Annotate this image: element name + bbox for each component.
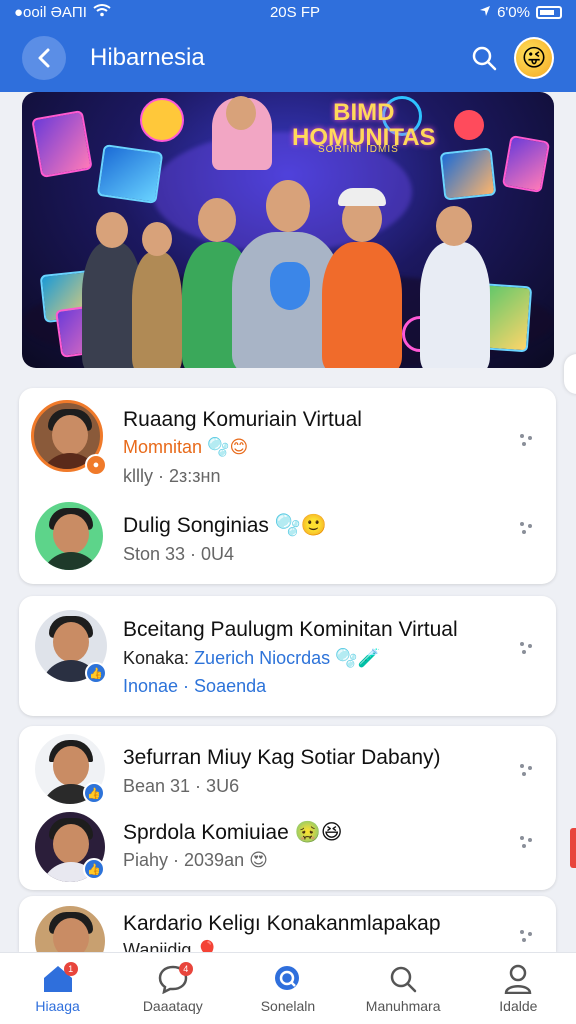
chat-group-card: ● Ruaang Komuriain Virtual Momnitan 🫧😊 k… <box>19 388 556 584</box>
chat-meta: Bean 31 · 3U6 <box>123 776 240 796</box>
list-item[interactable]: 👍 Sprdola Komiuiae 🤢😆 Piahy · 2039an 😍 <box>19 808 556 890</box>
battery-icon <box>535 5 562 19</box>
tab-chat[interactable]: 4 Daaataqy <box>123 961 223 1014</box>
more-options-icon[interactable] <box>520 836 536 852</box>
back-button[interactable] <box>22 36 66 80</box>
chevron-left-icon <box>38 48 50 68</box>
profile-icon <box>505 964 532 994</box>
tab-label: Hiaaga <box>35 997 80 1014</box>
more-options-icon[interactable] <box>520 522 536 538</box>
verified-badge-icon: 👍 <box>83 782 105 804</box>
chat-preview-link[interactable]: Zuerich Niocrdas <box>194 648 330 668</box>
more-options-icon[interactable] <box>520 930 536 946</box>
notification-badge: 4 <box>178 961 193 976</box>
chat-name: Sprdola Komiuiae 🤢😆 <box>123 821 343 844</box>
tab-label: Daaataqy <box>142 997 203 1014</box>
more-options-icon[interactable] <box>520 764 536 780</box>
chat-name: Kardario Keligı Konakanmlapakap <box>123 912 441 935</box>
emoji-avatar-icon: 😜 <box>514 37 554 79</box>
chat-group-card: 👍 3efurran Miuy Kag Sotiar Dabany) Bean … <box>19 726 556 890</box>
chat-name: Bceitang Paulugm Kominitan Virtual <box>123 618 458 641</box>
verified-badge-icon: 👍 <box>83 858 105 880</box>
tab-search[interactable]: Manuhmara <box>353 964 453 1014</box>
bottom-tab-bar: 1 Hiaaga 4 Daaataqy Sonelaln Manuhmara I… <box>0 952 576 1024</box>
photo-tile <box>439 147 497 201</box>
live-badge-icon: ● <box>85 454 107 476</box>
chat-name: Dulig Songinias 🫧🙂 <box>123 514 328 537</box>
list-item[interactable]: Kardario Keligı Konakanmlapakap Wanjidig… <box>19 896 556 952</box>
community-banner[interactable]: BIMD HOMUNITAS SORIINI IDMIS <box>22 92 554 368</box>
chat-preview-suffix: 🫧🧪 <box>330 648 380 668</box>
clock: 20S FP <box>269 3 320 21</box>
search-button[interactable] <box>464 38 504 78</box>
more-options-icon[interactable] <box>520 642 536 658</box>
tab-label: Sonelaln <box>260 997 316 1014</box>
photo-tile <box>31 109 93 179</box>
search-icon <box>472 46 497 71</box>
page-title: Hibarnesia <box>90 44 205 71</box>
status-bar: ●ooil ƏAΠI 20S FP 6'0% <box>0 0 576 24</box>
person-figure <box>322 188 402 368</box>
chat-group-card: 👍 Bceitang Paulugm Kominitan Virtual Kon… <box>19 596 556 716</box>
chat-name: Ruaang Komuriain Virtual <box>123 408 362 431</box>
banner-title: BIMD HOMUNITAS <box>292 99 436 151</box>
chat-preview: Konaka: Zuerich Niocrdas 🫧🧪 <box>123 648 380 669</box>
list-item[interactable]: 👍 Bceitang Paulugm Kominitan Virtual Kon… <box>19 596 556 716</box>
search-icon <box>274 965 299 990</box>
chat-meta: Piahy · 2039an 😍 <box>123 850 268 870</box>
location-icon <box>479 4 491 21</box>
avatar <box>35 502 103 570</box>
avatar <box>35 906 105 952</box>
wifi-icon <box>93 3 111 21</box>
chat-meta: Wanjidig 🎈 <box>123 940 219 952</box>
side-handle[interactable] <box>564 354 576 394</box>
chat-meta: Ston 33 · 0U4 <box>123 544 235 564</box>
tab-home[interactable]: 1 Hiaaga <box>8 961 108 1014</box>
girl-figure <box>212 96 272 170</box>
banner-title-line1: BIMD <box>333 99 395 126</box>
notification-badge: 1 <box>63 961 78 976</box>
verified-badge-icon: 👍 <box>85 662 107 684</box>
photo-tile <box>96 144 164 204</box>
more-options-icon[interactable] <box>520 434 536 450</box>
profile-avatar-button[interactable]: 😜 <box>514 37 554 79</box>
tab-label: Idalde <box>499 997 538 1014</box>
chat-name: 3efurran Miuy Kag Sotiar Dabany) <box>123 746 441 769</box>
carrier-label: ●ooil ƏAΠI <box>14 3 87 21</box>
list-item[interactable]: ● Ruaang Komuriain Virtual Momnitan 🫧😊 k… <box>19 388 556 486</box>
tab-profile[interactable]: Idalde <box>468 964 568 1014</box>
tab-discover[interactable]: Sonelaln <box>238 964 338 1014</box>
chat-meta: Inonae · Soaenda <box>123 676 267 696</box>
chat-preview: Momnitan 🫧😊 <box>123 437 249 457</box>
chat-preview-prefix: Konaka: <box>123 648 195 668</box>
star-badge-icon <box>140 98 184 142</box>
heart-icon <box>454 110 484 140</box>
banner-subtitle: SORIINI IDMIS <box>318 144 399 155</box>
chat-group-card: Kardario Keligı Konakanmlapakap Wanjidig… <box>19 896 556 952</box>
side-edge-tab[interactable] <box>570 828 576 868</box>
battery-percent: 6'0% <box>497 3 530 21</box>
crowd-figure <box>132 222 182 368</box>
list-item[interactable]: 👍 3efurran Miuy Kag Sotiar Dabany) Bean … <box>19 726 556 806</box>
tab-label: Manuhmara <box>365 997 441 1014</box>
search-icon <box>390 966 417 992</box>
list-item[interactable]: Dulig Songinias 🫧🙂 Ston 33 · 0U4 <box>19 488 556 584</box>
photo-tile <box>501 134 551 194</box>
app-header: Hibarnesia 😜 <box>0 24 576 92</box>
person-figure <box>420 206 490 368</box>
chat-meta: kllly · 2з:знn <box>123 466 221 486</box>
